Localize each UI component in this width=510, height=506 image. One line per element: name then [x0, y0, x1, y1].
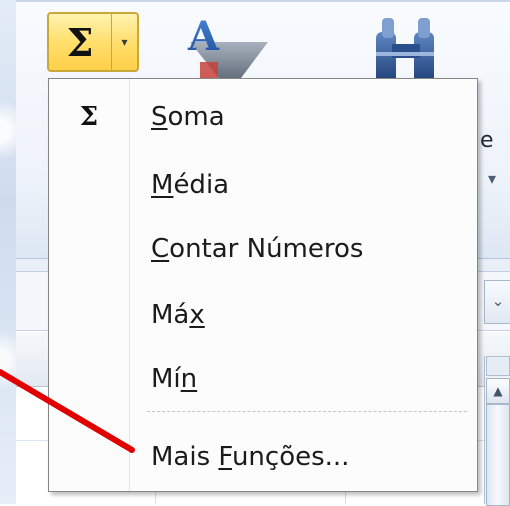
- menu-item-label: Mín: [151, 364, 198, 394]
- scroll-up-button[interactable]: ▲: [486, 378, 510, 404]
- svg-text:A: A: [187, 13, 220, 60]
- menu-item-contar-numeros[interactable]: Contar Números: [49, 217, 477, 281]
- name-box-dropdown-button[interactable]: ⌄: [484, 280, 510, 324]
- autosum-dropdown-arrow-icon[interactable]: ▾: [112, 14, 137, 70]
- menu-item-icon-empty: [49, 217, 129, 281]
- menu-item-mais-funcoes[interactable]: Mais Funções...: [49, 425, 477, 489]
- sort-filter-icon[interactable]: A: [180, 12, 270, 82]
- autosum-dropdown-menu: Σ Soma Média Contar Números Máx Mín Mais…: [48, 78, 478, 492]
- menu-item-media[interactable]: Média: [49, 153, 477, 217]
- menu-item-icon-empty: [49, 347, 129, 411]
- menu-item-label: Máx: [151, 300, 205, 330]
- ribbon-top-border: [16, 0, 510, 2]
- menu-item-icon-empty: [49, 153, 129, 217]
- find-binoculars-icon[interactable]: [362, 14, 452, 84]
- ribbon-label-fragment: e: [480, 128, 494, 153]
- menu-item-label: Média: [151, 170, 230, 200]
- menu-item-icon-empty: [49, 425, 129, 489]
- window-left-edge: [0, 0, 16, 504]
- split-box-handle[interactable]: [486, 356, 510, 376]
- autosum-sigma-icon[interactable]: Σ: [49, 14, 112, 70]
- menu-item-max[interactable]: Máx: [49, 283, 477, 347]
- menu-item-icon-empty: [49, 283, 129, 347]
- menu-separator: [147, 411, 467, 412]
- menu-item-soma[interactable]: Σ Soma: [49, 85, 477, 149]
- menu-item-label: Soma: [151, 102, 225, 132]
- menu-item-min[interactable]: Mín: [49, 347, 477, 411]
- menu-item-label: Mais Funções...: [151, 442, 350, 472]
- scroll-thumb[interactable]: [486, 404, 510, 506]
- autosum-split-button[interactable]: Σ ▾: [47, 12, 139, 72]
- sum-sigma-icon: Σ: [79, 102, 99, 132]
- ribbon-dropdown-arrow[interactable]: ▾: [480, 164, 504, 194]
- menu-item-label: Contar Números: [151, 234, 364, 264]
